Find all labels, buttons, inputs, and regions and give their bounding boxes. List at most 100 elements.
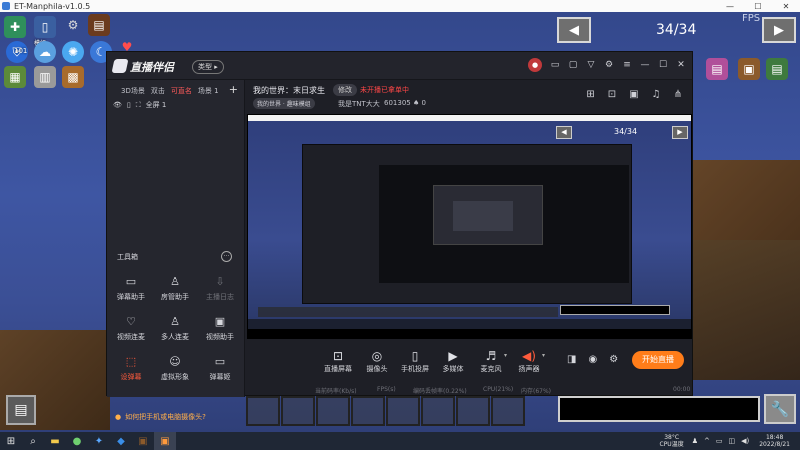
crafting-icon[interactable]: ▩ — [62, 66, 84, 88]
edit-room-button[interactable]: 修改 — [333, 84, 357, 96]
file-explorer-icon[interactable]: ▬ — [44, 432, 66, 450]
tool-stream-log[interactable]: ⇩ 主播日志 — [198, 275, 242, 302]
tool-danmu-helper[interactable]: ▭ 弹幕助手 — [109, 275, 153, 302]
minimize-companion-button[interactable]: — — [640, 60, 650, 70]
hotbar-slot[interactable] — [456, 396, 490, 426]
room-likes: ♠ 0 — [413, 99, 426, 107]
eye-icon[interactable]: 👁 — [113, 101, 122, 109]
recipe-book-button[interactable]: ▤ — [6, 395, 36, 425]
battery-icon[interactable]: ▭ — [716, 437, 723, 445]
preview-eye-icon[interactable]: ◉ — [588, 354, 597, 365]
hotbar-slot[interactable] — [281, 396, 315, 426]
network-icon[interactable]: ◫ — [728, 437, 735, 445]
scene-tab[interactable]: 3D场景 — [121, 86, 145, 96]
lock-icon[interactable]: ▯ — [127, 101, 131, 109]
tool-danmu-settings[interactable]: ⬚ 设弹幕 — [109, 355, 153, 382]
record-icon[interactable]: ◨ — [567, 354, 576, 365]
app-blue-icon[interactable]: ◆ — [110, 432, 132, 450]
maximize-companion-button[interactable]: ☐ — [658, 60, 668, 70]
lock-icon[interactable]: ⊡ — [608, 89, 616, 100]
barrel-icon[interactable]: ▥ — [34, 66, 56, 88]
next-page-button[interactable]: ▶ — [762, 17, 796, 43]
avatar[interactable]: ● — [528, 58, 542, 72]
stream-settings-icon[interactable]: ⚙ — [609, 354, 618, 365]
prev-page-button[interactable]: ◀ — [557, 17, 591, 43]
multi-user-icon: ♙ — [170, 315, 180, 328]
clock[interactable]: 18:48 2022/8/21 — [759, 434, 790, 448]
book-stack-icon[interactable]: ▤ — [766, 58, 788, 80]
menu-icon[interactable]: ≡ — [622, 60, 632, 70]
hotbar-slot[interactable] — [386, 396, 420, 426]
scene-tab[interactable]: 双击 — [151, 86, 165, 96]
scene-tab-active[interactable]: 可直名 — [171, 86, 192, 96]
scene-tab[interactable]: 场景 1 — [198, 86, 219, 96]
hotbar-slot[interactable] — [246, 396, 280, 426]
scene-panel: 3D场景 双击 可直名 场景 1 + 👁 ▯ ⛶ 全屏 1 工具箱 ··· ▭ 弹… — [107, 80, 245, 421]
main-panel: 我的世界：末日求生 修改 未开播已拿单中 我的世界 · 趣味模组 我是TNT大大… — [245, 80, 694, 397]
speaker-button[interactable]: ◀) 扬声器 ▾ — [507, 348, 551, 374]
person-icon[interactable]: ♟ — [692, 437, 698, 445]
chevron-down-icon[interactable]: ▾ — [542, 352, 545, 359]
hotbar-slot[interactable] — [491, 396, 525, 426]
app-bird-icon[interactable]: ✦ — [88, 432, 110, 450]
shirt-icon[interactable]: ▽ — [586, 60, 596, 70]
minimize-button[interactable]: — — [716, 0, 744, 12]
close-companion-button[interactable]: ✕ — [676, 60, 686, 70]
sun-icon[interactable]: ✺ — [62, 41, 84, 63]
cloud-icon[interactable]: ☁ — [34, 41, 56, 63]
enchant-book-icon[interactable]: ▤ — [706, 58, 728, 80]
start-stream-button[interactable]: 开始直播 — [632, 351, 684, 369]
hotbar-slot[interactable] — [316, 396, 350, 426]
room-title: 我的世界：末日求生 — [253, 86, 325, 95]
tool-video-helper[interactable]: ▣ 视频助手 — [198, 315, 242, 342]
scene-item[interactable]: 👁 ▯ ⛶ 全屏 1 — [113, 100, 166, 110]
memory-stat: 内存(67%) — [521, 388, 552, 395]
preview-next-button: ▶ — [672, 126, 688, 139]
info-icon: ● — [115, 413, 122, 421]
hotbar-slot[interactable] — [351, 396, 385, 426]
tool-video-link[interactable]: ♡ 视频连麦 — [109, 315, 153, 342]
type-badge[interactable]: 类型 ▸ — [192, 60, 224, 74]
share-icon[interactable]: ⋔ — [674, 89, 682, 100]
tool-danmu-ji[interactable]: ▭ 弹幕姬 — [198, 355, 242, 382]
bell-icon[interactable]: ♫ — [652, 89, 661, 100]
bitrate-stat: 当前码率(Kb/s) — [315, 388, 357, 395]
close-button[interactable]: ✕ — [772, 0, 800, 12]
chevron-up-icon[interactable]: ^ — [704, 437, 710, 445]
chat-input[interactable] — [558, 396, 760, 422]
window-titlebar: ET-Manphila-v1.0.5 — ☐ ✕ — [0, 0, 800, 12]
feedback-icon[interactable]: ▢ — [568, 60, 578, 70]
gear-icon[interactable]: ⚙ — [62, 14, 84, 36]
hotbar-slot[interactable] — [421, 396, 455, 426]
controller-icon[interactable]: ✚ — [4, 16, 26, 38]
help-tip[interactable]: ● 如何把手机或电脑摄像头? — [115, 412, 206, 422]
toolbox-more-button[interactable]: ··· — [221, 251, 232, 262]
maximize-button[interactable]: ☐ — [744, 0, 772, 12]
settings-icon[interactable]: ⚙ — [604, 60, 614, 70]
layout-icon[interactable]: ▣ — [629, 89, 638, 100]
wrench-icon[interactable]: 🔧 — [764, 394, 796, 424]
tool-multi-link[interactable]: ♙ 多人连麦 — [153, 315, 197, 342]
room-category[interactable]: 我的世界 · 趣味模组 — [253, 98, 315, 109]
volume-icon[interactable]: ◀) — [741, 437, 749, 445]
tool-room-manager[interactable]: ♙ 房管助手 — [153, 275, 197, 302]
fps-text: FPS — [742, 13, 761, 24]
message-icon[interactable]: ▭ — [550, 60, 560, 70]
book-icon[interactable]: ▤ — [88, 14, 110, 36]
stream-preview[interactable]: ◀ 34/34 ▶ — [247, 114, 692, 339]
chest-icon[interactable]: ▣ — [738, 58, 760, 80]
taskbar: ⊞ ⌕ ▬ ● ✦ ◆ ▣ ▣ 38°C CPU温度 ♟ ^ ▭ ◫ ◀) 18… — [0, 432, 800, 450]
start-icon[interactable]: ⊞ — [0, 432, 22, 450]
avatar-icon: ☺ — [169, 355, 181, 368]
preview-hotbar — [258, 307, 558, 317]
map-icon[interactable]: ▦ — [4, 66, 26, 88]
phone-icon[interactable]: ▯ — [34, 16, 56, 38]
companion-taskbar-icon[interactable]: ▣ — [154, 432, 176, 450]
search-icon[interactable]: ⌕ — [22, 432, 44, 450]
screen-capture-button[interactable]: ⊡ 直播屏幕 — [316, 348, 360, 374]
add-scene-button[interactable]: + — [229, 83, 238, 96]
browser-icon[interactable]: ● — [66, 432, 88, 450]
minecraft-icon[interactable]: ▣ — [132, 432, 154, 450]
tool-virtual-avatar[interactable]: ☺ 虚拟形象 — [153, 355, 197, 382]
gift-icon[interactable]: ⊞ — [586, 89, 594, 100]
